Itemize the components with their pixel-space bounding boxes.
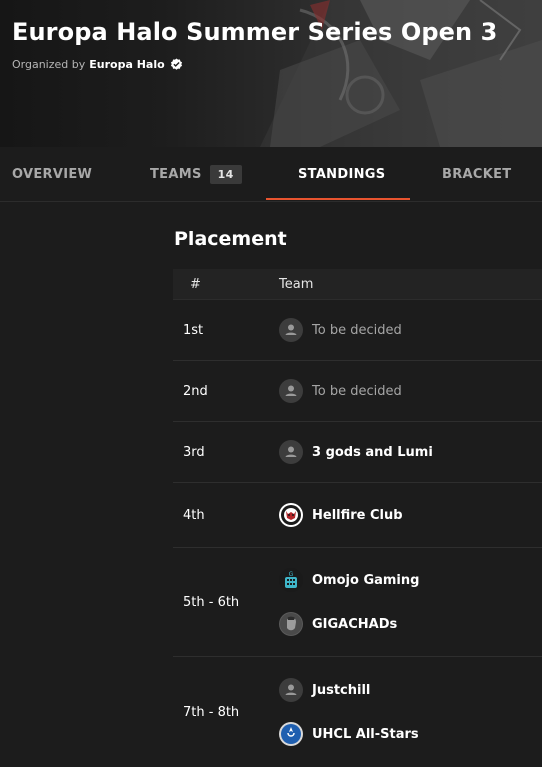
placement-table-header: # Team: [173, 269, 542, 300]
team-name: Omojo Gaming: [312, 572, 420, 588]
organizer-name-link[interactable]: Europa Halo: [89, 58, 164, 71]
team-entry: To be decided: [279, 308, 542, 352]
placement-table: # Team 1st To be decided 2nd To be decid…: [173, 269, 542, 767]
team-entry: To be decided: [279, 369, 542, 413]
placement-heading: Placement: [174, 228, 287, 250]
placement-rank: 2nd: [183, 383, 208, 399]
team-entry[interactable]: GIGACHADs: [279, 602, 542, 646]
placement-rank: 5th - 6th: [183, 594, 240, 610]
table-row: 3rd 3 gods and Lumi: [173, 422, 542, 483]
verified-badge-icon: [170, 58, 182, 70]
team-entry[interactable]: UHCL All-Stars: [279, 712, 542, 756]
avatar-placeholder-icon: [279, 379, 303, 403]
team-name: UHCL All-Stars: [312, 726, 419, 742]
tab-bracket-label: BRACKET: [442, 166, 512, 182]
rank-column-header: #: [190, 276, 201, 292]
team-name: GIGACHADs: [312, 616, 398, 632]
organizer-line: Organized by Europa Halo: [12, 58, 183, 71]
organized-by-label: Organized by: [12, 58, 86, 71]
team-entry[interactable]: Justchill: [279, 668, 542, 712]
active-tab-indicator: [266, 198, 410, 200]
tab-overview-label: OVERVIEW: [12, 166, 93, 182]
svg-text:G: G: [289, 571, 294, 578]
avatar-placeholder-icon: [279, 318, 303, 342]
tab-teams-label: TEAMS: [150, 166, 202, 182]
team-name: To be decided: [312, 322, 402, 338]
avatar-placeholder-icon: [279, 440, 303, 464]
team-name: 3 gods and Lumi: [312, 444, 433, 460]
team-entry[interactable]: 3 gods and Lumi: [279, 430, 542, 474]
table-row: 5th - 6th G Omojo Gaming GIGACHADs: [173, 548, 542, 657]
team-column-header: Team: [279, 276, 314, 292]
teams-count-badge: 14: [209, 164, 242, 184]
table-row: 1st To be decided: [173, 300, 542, 361]
placement-rank: 1st: [183, 322, 204, 338]
tournament-banner: Europa Halo Summer Series Open 3 Organiz…: [0, 0, 542, 147]
placement-rank: 4th: [183, 507, 205, 523]
team-name: To be decided: [312, 383, 402, 399]
team-entry[interactable]: G Omojo Gaming: [279, 558, 542, 602]
tab-bracket[interactable]: BRACKET: [442, 147, 511, 201]
team-name: Justchill: [312, 682, 371, 698]
tab-overview[interactable]: OVERVIEW: [12, 147, 92, 201]
tab-teams[interactable]: TEAMS 14: [150, 147, 242, 201]
placement-rank: 3rd: [183, 444, 205, 460]
table-row: 4th Hellfire Club: [173, 483, 542, 548]
table-row: 2nd To be decided: [173, 361, 542, 422]
tournament-tabs: OVERVIEW TEAMS 14 STANDINGS BRACKET: [0, 147, 542, 202]
table-row: 7th - 8th Justchill UHCL All-Stars: [173, 657, 542, 767]
tab-standings-label: STANDINGS: [298, 166, 386, 182]
omojo-gaming-logo: G: [279, 568, 303, 592]
hellfire-club-logo: [279, 503, 303, 527]
avatar-placeholder-icon: [279, 678, 303, 702]
team-entry[interactable]: Hellfire Club: [279, 493, 542, 537]
uhcl-all-stars-logo: [279, 722, 303, 746]
team-name: Hellfire Club: [312, 507, 403, 523]
tournament-title: Europa Halo Summer Series Open 3: [12, 18, 498, 46]
tab-standings[interactable]: STANDINGS: [298, 147, 385, 201]
gigachads-logo: [279, 612, 303, 636]
placement-rank: 7th - 8th: [183, 704, 240, 720]
